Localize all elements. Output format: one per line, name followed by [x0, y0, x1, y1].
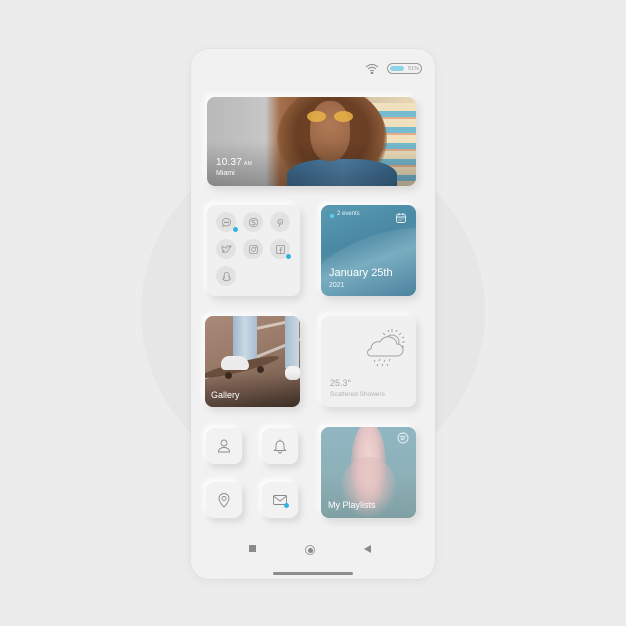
chat-bubble-icon — [221, 217, 231, 227]
photo-leg — [285, 316, 299, 368]
instagram-icon — [248, 244, 258, 254]
clock-photo-widget[interactable]: 10.37 AM Miami — [207, 97, 416, 186]
calendar-year: 2021 — [329, 282, 345, 289]
profile-button[interactable] — [206, 428, 242, 464]
notification-dot — [286, 254, 291, 259]
user-icon — [218, 439, 230, 453]
playlist-label: My Playlists — [328, 500, 376, 510]
snapchat-icon — [221, 271, 231, 281]
back-button[interactable] — [364, 545, 371, 553]
skype-icon — [248, 217, 258, 227]
home-button[interactable] — [305, 545, 315, 555]
pinterest-icon — [276, 218, 283, 227]
wifi-icon — [365, 63, 379, 74]
calendar-date: January 25th — [329, 267, 393, 279]
facebook-app-button[interactable] — [270, 239, 291, 259]
spotify-icon — [397, 431, 409, 449]
mail-button[interactable] — [262, 482, 298, 518]
playlist-widget[interactable]: My Playlists — [321, 427, 416, 518]
weather-condition: Scattered Showers — [330, 391, 385, 398]
notification-dot — [233, 227, 238, 232]
clock-city: Miami — [216, 170, 235, 177]
instagram-app-button[interactable] — [243, 239, 263, 259]
clock-time: 10.37 AM — [216, 157, 252, 168]
time-value: 10.37 — [216, 157, 243, 168]
notification-dot — [284, 503, 289, 508]
time-ampm: AM — [244, 161, 252, 167]
circle-icon — [307, 547, 313, 553]
event-count: 2 events — [337, 211, 360, 217]
bell-icon — [273, 439, 287, 454]
location-button[interactable] — [206, 482, 242, 518]
weather-temperature: 25.3° — [330, 378, 352, 388]
gallery-widget[interactable]: Gallery — [205, 316, 300, 407]
phone-screen: 51% 10.37 AM Miami 2 events January 25th… — [191, 49, 435, 579]
battery-percent: 51% — [408, 65, 420, 72]
notifications-button[interactable] — [262, 428, 298, 464]
battery-indicator: 51% — [387, 63, 422, 74]
twitter-app-button[interactable] — [216, 239, 236, 259]
battery-fill — [390, 66, 404, 71]
home-indicator-bar[interactable] — [273, 572, 353, 575]
calendar-widget[interactable]: 2 events January 25th 2021 — [321, 205, 416, 296]
twitter-icon — [221, 244, 232, 253]
calendar-icon — [395, 211, 407, 229]
gallery-label: Gallery — [211, 390, 240, 400]
status-bar: 51% — [365, 63, 422, 74]
snapchat-app-button[interactable] — [216, 266, 236, 286]
facebook-icon — [275, 244, 285, 254]
weather-widget[interactable]: 25.3° Scattered Showers — [321, 316, 416, 407]
map-pin-icon — [218, 493, 230, 508]
messenger-app-button[interactable] — [216, 212, 238, 232]
social-apps-widget — [207, 205, 300, 296]
pinterest-app-button[interactable] — [270, 212, 290, 232]
event-indicator-dot — [330, 214, 334, 218]
skype-app-button[interactable] — [243, 212, 263, 232]
cloud-sun-rain-icon — [359, 322, 411, 373]
photo-glasses — [307, 111, 353, 123]
recents-button[interactable] — [249, 545, 256, 552]
photo-shoe — [221, 356, 249, 370]
